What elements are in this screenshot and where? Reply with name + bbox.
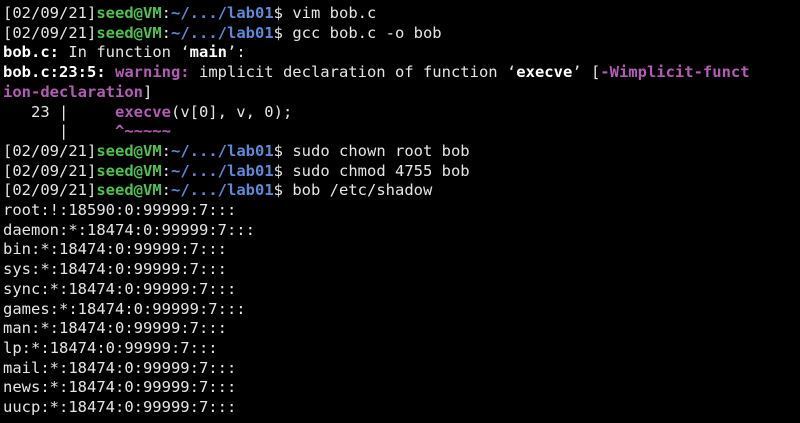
gcc-function-name: execve [516, 63, 573, 82]
gcc-warning-flag: ion-declaration [3, 82, 143, 101]
gcc-warning-text: implicit declaration of function ‘ [189, 63, 517, 82]
prompt-dollar: $ [273, 181, 283, 200]
prompt-path: ~/.../lab01 [171, 141, 274, 160]
command-text: gcc bob.c -o bob [283, 23, 442, 42]
prompt-path: ~/.../lab01 [171, 181, 274, 200]
terminal-line-command: [02/09/21]seed@VM:~/.../lab01$ sudo chow… [3, 142, 470, 162]
gcc-text: In function ‘ [59, 43, 190, 62]
prompt-separator: : [161, 23, 171, 42]
command-text: bob /etc/shadow [283, 181, 433, 200]
gcc-text: ’: [226, 43, 246, 62]
prompt-dollar: $ [273, 4, 283, 22]
prompt-path: ~/.../lab01 [171, 4, 274, 22]
prompt-path: ~/.../lab01 [171, 23, 274, 42]
prompt-dollar: $ [273, 23, 283, 42]
gcc-code-highlight: execve [114, 102, 171, 121]
terminal-window[interactable]: [02/09/21]seed@VM:~/.../lab01$ vim bob.c… [0, 0, 800, 423]
terminal-line-command: [02/09/21]seed@VM:~/.../lab01$ bob /etc/… [3, 181, 432, 201]
prompt-date: [02/09/21] [3, 181, 97, 200]
shadow-entry: bin:*:18474:0:99999:7::: [3, 240, 227, 259]
prompt-separator: : [161, 181, 171, 200]
gcc-line-gutter: | [3, 122, 115, 141]
prompt-date: [02/09/21] [3, 161, 97, 180]
prompt-date: [02/09/21] [3, 23, 97, 42]
prompt-dollar: $ [273, 141, 283, 160]
prompt-user-host: seed@VM [96, 141, 162, 160]
gcc-code-text: (v[0], v, 0); [170, 102, 293, 121]
gcc-code-line: 23 | execve(v[0], v, 0); [3, 103, 292, 123]
shadow-entry: daemon:*:18474:0:99999:7::: [3, 220, 255, 239]
gcc-warning-label: warning: [105, 63, 190, 82]
gcc-function-name: main [189, 43, 227, 62]
prompt-separator: : [161, 4, 171, 22]
prompt-date: [02/09/21] [3, 141, 97, 160]
prompt-date: [02/09/21] [3, 4, 97, 22]
gcc-output-line: bob.c: In function ‘main’: [3, 43, 246, 63]
terminal-line-command: [02/09/21]seed@VM:~/.../lab01$ gcc bob.c… [3, 24, 442, 44]
shadow-entry: root:!:18590:0:99999:7::: [3, 201, 237, 219]
prompt-path: ~/.../lab01 [171, 161, 274, 180]
shadow-entry: lp:*:18474:0:99999:7::: [3, 338, 218, 357]
shadow-entry: news:*:18474:0:99999:7::: [3, 378, 237, 397]
terminal-line-command: [02/09/21]seed@VM:~/.../lab01$ vim bob.c [3, 4, 376, 24]
gcc-location: bob.c:23:5: [3, 63, 106, 82]
prompt-separator: : [161, 161, 171, 180]
shadow-entry: sys:*:18474:0:99999:7::: [3, 260, 227, 279]
prompt-user-host: seed@VM [96, 23, 162, 42]
prompt-user-host: seed@VM [96, 161, 162, 180]
gcc-warning-line: bob.c:23:5: warning: implicit declaratio… [3, 63, 750, 83]
prompt-user-host: seed@VM [96, 4, 162, 22]
shadow-entry: uucp:*:18474:0:99999:7::: [3, 398, 237, 416]
shadow-entry: man:*:18474:0:99999:7::: [3, 319, 227, 338]
shadow-entry: sync:*:18474:0:99999:7::: [3, 279, 237, 298]
gcc-warning-line-wrap: ion-declaration] [3, 83, 152, 103]
shadow-entry: games:*:18474:0:99999:7::: [3, 299, 246, 318]
gcc-warning-flag: -Wimplicit-funct [600, 63, 750, 82]
gcc-warning-text: ] [142, 82, 153, 101]
prompt-separator: : [161, 141, 171, 160]
command-text: sudo chown root bob [283, 141, 470, 160]
shadow-entry: mail:*:18474:0:99999:7::: [3, 358, 237, 377]
gcc-caret: ^~~~~~ [114, 122, 171, 141]
command-text: vim bob.c [283, 4, 377, 22]
terminal-line-command: [02/09/21]seed@VM:~/.../lab01$ sudo chmo… [3, 162, 470, 182]
prompt-dollar: $ [273, 161, 283, 180]
gcc-line-number: 23 | [3, 102, 115, 121]
prompt-user-host: seed@VM [96, 181, 162, 200]
gcc-filename: bob.c: [3, 43, 59, 62]
gcc-caret-line: | ^~~~~~ [3, 122, 171, 142]
command-text: sudo chmod 4755 bob [283, 161, 470, 180]
gcc-warning-text: ’ [ [572, 63, 601, 82]
